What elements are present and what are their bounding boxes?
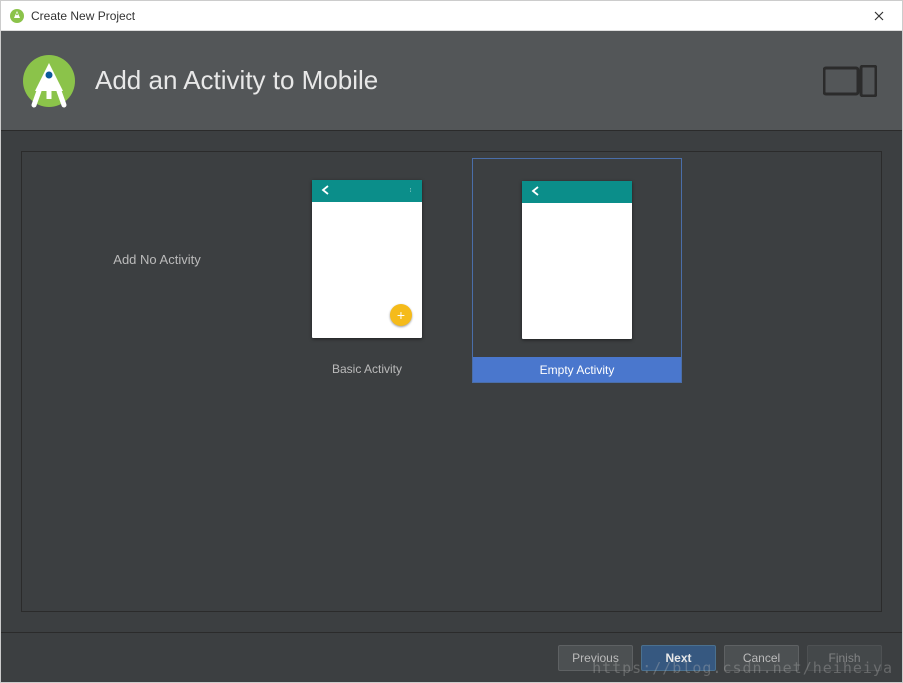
template-basic-activity[interactable]: + Basic Activity (262, 158, 472, 383)
template-add-no-activity[interactable]: Add No Activity (52, 158, 262, 383)
template-label: Basic Activity (332, 362, 402, 376)
titlebar: Create New Project (1, 1, 902, 31)
activity-gallery: Add No Activity (21, 151, 882, 612)
overflow-icon (410, 184, 414, 199)
next-button[interactable]: Next (641, 645, 716, 671)
empty-activity-preview (522, 181, 632, 339)
finish-button: Finish (807, 645, 882, 671)
template-label: Empty Activity (540, 363, 615, 377)
close-icon[interactable] (864, 1, 894, 31)
android-studio-logo (21, 53, 77, 109)
template-label: Add No Activity (113, 252, 200, 267)
android-studio-icon (9, 8, 25, 24)
window-title: Create New Project (31, 9, 135, 23)
basic-activity-preview: + (312, 180, 422, 338)
wizard-title: Add an Activity to Mobile (95, 65, 378, 96)
template-empty-activity[interactable]: Empty Activity (472, 158, 682, 383)
fab-icon: + (390, 304, 412, 326)
previous-button[interactable]: Previous (558, 645, 633, 671)
cancel-button[interactable]: Cancel (724, 645, 799, 671)
back-arrow-icon (530, 185, 542, 200)
back-arrow-icon (320, 184, 332, 199)
wizard-footer: Previous Next Cancel Finish (1, 632, 902, 682)
wizard-header: Add an Activity to Mobile (1, 31, 902, 131)
device-icon (823, 65, 877, 97)
